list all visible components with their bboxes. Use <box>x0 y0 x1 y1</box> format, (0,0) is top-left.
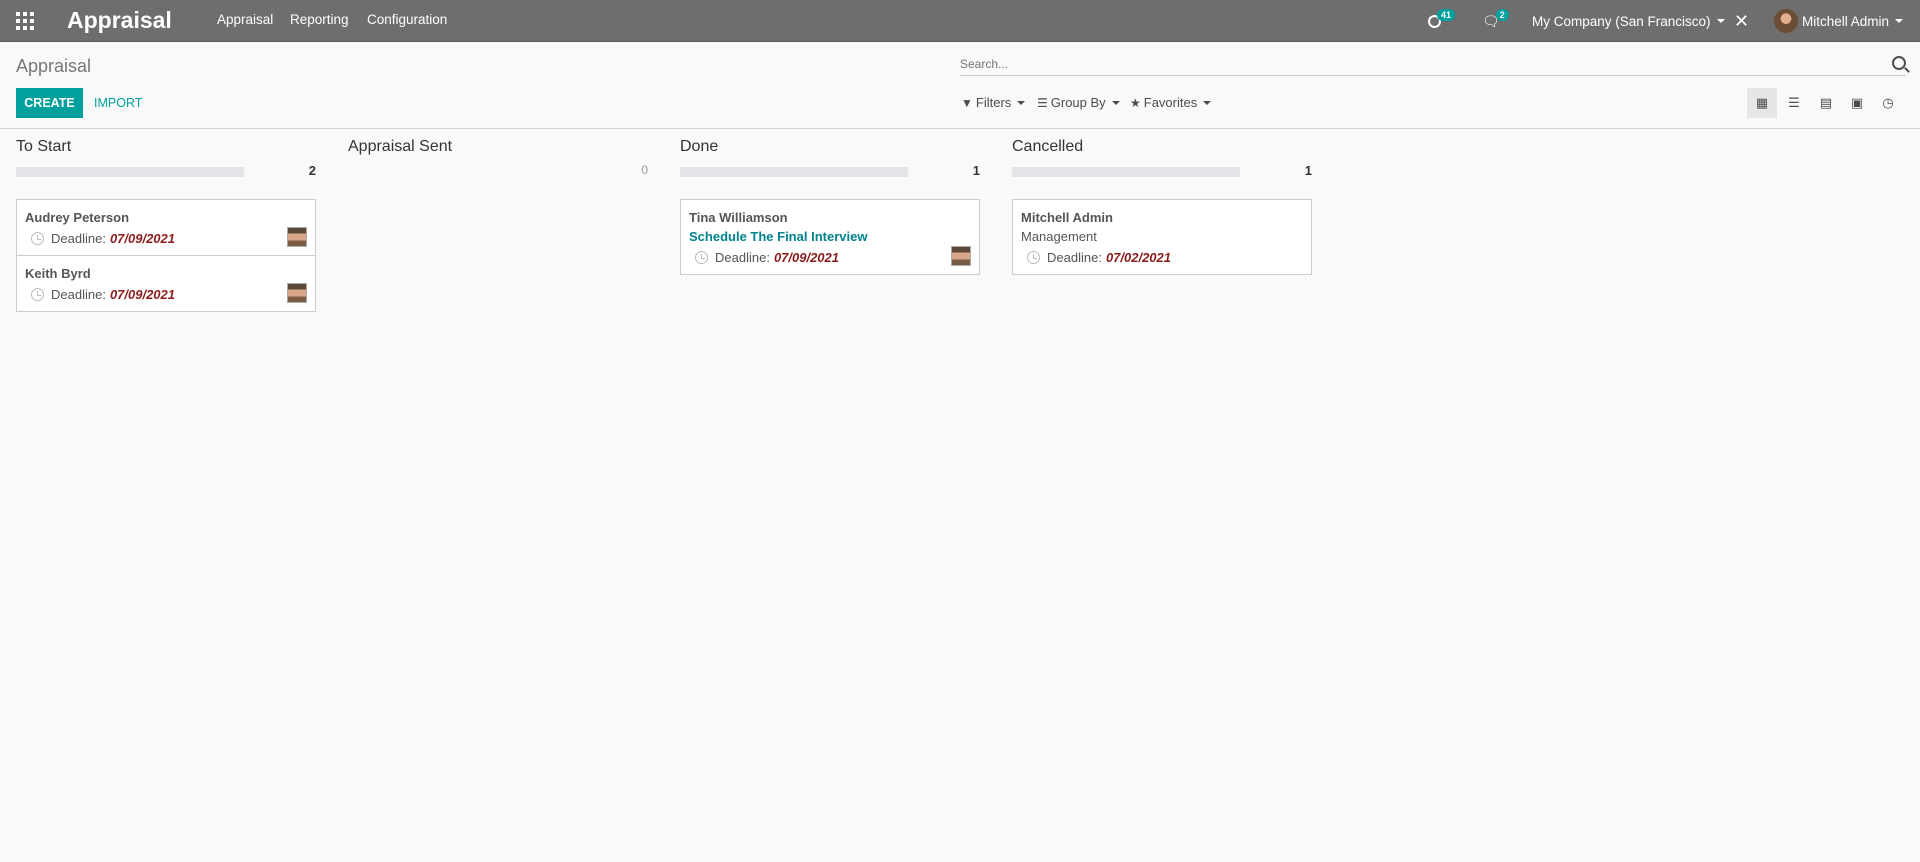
deadline-row: Deadline: 07/02/2021 <box>1021 248 1303 267</box>
activity-count-badge: 41 <box>1437 9 1456 21</box>
avatar <box>951 246 971 266</box>
column-title: Appraisal Sent <box>348 138 453 155</box>
create-button[interactable]: CREATE <box>16 88 83 118</box>
chevron-down-icon <box>1203 100 1212 105</box>
favorites-label: Favorites <box>1143 95 1198 110</box>
column-progress: 0 <box>348 162 648 186</box>
activity-link[interactable]: Schedule The Final Interview <box>689 229 971 248</box>
employee-name: Audrey Peterson <box>25 210 130 225</box>
employee-name: Mitchell Admin <box>1021 210 1113 225</box>
avatar <box>1774 9 1798 33</box>
list-icon: ☰ <box>1037 95 1048 110</box>
top-navbar: Appraisal Appraisal Reporting Configurat… <box>0 0 1920 42</box>
column-count: 1 <box>972 163 980 178</box>
activity-clock-icon[interactable] <box>31 288 44 301</box>
search-bar <box>960 53 1906 76</box>
deadline-label: Deadline: <box>715 250 770 265</box>
progress-bar[interactable] <box>16 167 244 177</box>
column-progress: 2 <box>16 162 316 186</box>
employee-name: Tina Williamson <box>689 210 788 225</box>
activity-view-button[interactable]: ▤ <box>1811 88 1841 118</box>
department-name: Management <box>1021 229 1097 244</box>
kanban-column-done: Done 1 Tina Williamson Schedule The Fina… <box>680 138 980 275</box>
menu-configuration[interactable]: Configuration <box>367 12 447 27</box>
column-count: 0 <box>641 163 648 177</box>
avatar <box>287 227 307 247</box>
kanban-card[interactable]: Audrey Peterson Deadline: 07/09/2021 <box>16 199 316 256</box>
chevron-down-icon <box>1716 19 1725 23</box>
clock-icon: ◷ <box>1882 95 1894 110</box>
kanban-view-button[interactable]: ▦ <box>1747 88 1777 118</box>
menu-reporting[interactable]: Reporting <box>290 12 349 27</box>
deadline-label: Deadline: <box>51 287 106 302</box>
kanban-column-cancelled: Cancelled 1 Mitchell Admin Management De… <box>1012 138 1312 275</box>
deadline-date: 07/02/2021 <box>1105 250 1172 265</box>
deadline-row: Deadline: 07/09/2021 <box>689 248 971 267</box>
filter-icon: ▼ <box>961 95 973 110</box>
activity-clock-icon[interactable] <box>695 251 708 264</box>
column-title: Done <box>680 138 719 155</box>
company-switcher[interactable]: My Company (San Francisco) <box>1532 0 1725 42</box>
kanban-icon: ▦ <box>1755 95 1769 110</box>
deadline-date: 07/09/2021 <box>109 287 176 302</box>
search-icon[interactable] <box>1892 56 1906 70</box>
deadline-label: Deadline: <box>51 231 106 246</box>
deadline-date: 07/09/2021 <box>109 231 176 246</box>
favorites-button[interactable]: ★ Favorites <box>1130 95 1212 110</box>
column-progress: 1 <box>1012 162 1312 186</box>
page-title: Appraisal <box>16 56 92 76</box>
user-name: Mitchell Admin <box>1802 13 1890 29</box>
messaging-menu[interactable]: 🗨 2 <box>1482 0 1509 42</box>
kanban-column-to-start: To Start 2 Audrey Peterson Deadline: 07/… <box>16 138 316 312</box>
chevron-down-icon <box>1895 19 1904 23</box>
star-icon: ★ <box>1130 95 1141 110</box>
menu-appraisal[interactable]: Appraisal <box>217 12 273 27</box>
message-count-badge: 2 <box>1495 9 1509 21</box>
kanban-card[interactable]: Mitchell Admin Management Deadline: 07/0… <box>1012 199 1312 275</box>
import-button[interactable]: IMPORT <box>94 88 142 118</box>
progress-bar[interactable] <box>1012 167 1240 177</box>
chevron-down-icon <box>1017 100 1026 105</box>
activity-clock-icon[interactable] <box>1027 251 1040 264</box>
app-brand: Appraisal <box>67 7 172 33</box>
deadline-date: 07/09/2021 <box>773 250 840 265</box>
deadline-row: Deadline: 07/09/2021 <box>25 229 307 248</box>
filters-button[interactable]: ▼ Filters <box>961 95 1026 110</box>
list-view-button[interactable]: ☰ <box>1779 88 1809 118</box>
activity-menu[interactable]: 41 <box>1428 0 1456 42</box>
user-menu[interactable]: Mitchell Admin <box>1774 0 1904 42</box>
activity-clock-icon[interactable] <box>31 232 44 245</box>
column-progress: 1 <box>680 162 980 186</box>
avatar <box>287 283 307 303</box>
kanban-column-appraisal-sent: Appraisal Sent 0 <box>348 138 648 186</box>
calendar-icon: ▣ <box>1850 95 1864 110</box>
column-title: Cancelled <box>1012 138 1084 155</box>
list-icon: ☰ <box>1788 95 1800 110</box>
filters-label: Filters <box>975 95 1012 110</box>
progress-bar[interactable] <box>680 167 908 177</box>
group-by-button[interactable]: ☰ Group By <box>1037 95 1120 110</box>
kanban-card[interactable]: Keith Byrd Deadline: 07/09/2021 <box>16 255 316 312</box>
column-count: 1 <box>1304 163 1312 178</box>
apps-menu-icon[interactable] <box>16 12 34 30</box>
calendar-view-button[interactable]: ▣ <box>1842 88 1872 118</box>
activity-grid-icon: ▤ <box>1819 95 1833 110</box>
column-count: 2 <box>308 163 316 178</box>
chevron-down-icon <box>1111 100 1120 105</box>
group-by-label: Group By <box>1050 95 1106 110</box>
debug-close-icon[interactable]: ✕ <box>1734 0 1749 42</box>
deadline-row: Deadline: 07/09/2021 <box>25 285 307 304</box>
company-name: My Company (San Francisco) <box>1532 13 1711 29</box>
column-title: To Start <box>16 138 72 155</box>
activity-clock-view-button[interactable]: ◷ <box>1873 88 1903 118</box>
employee-name: Keith Byrd <box>25 266 91 281</box>
kanban-card[interactable]: Tina Williamson Schedule The Final Inter… <box>680 199 980 275</box>
deadline-label: Deadline: <box>1047 250 1102 265</box>
divider <box>0 128 1920 129</box>
search-input[interactable] <box>960 53 1870 75</box>
